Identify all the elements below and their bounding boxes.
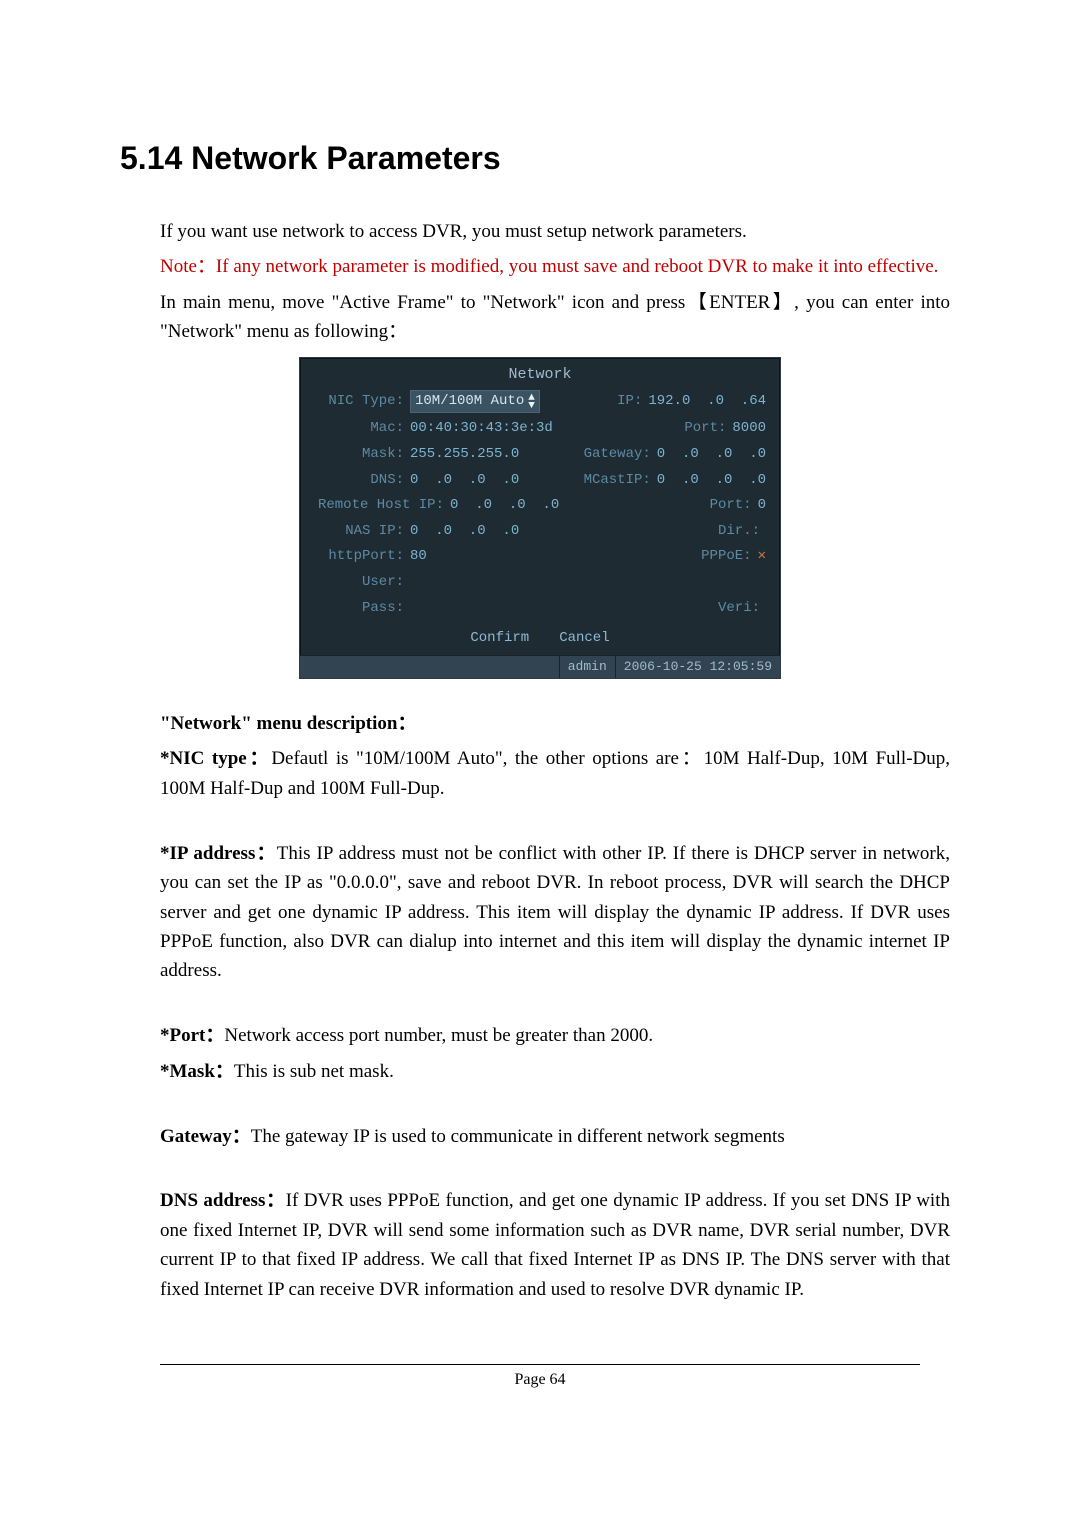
intro-note: Note：If any network parameter is modifie… <box>160 252 950 281</box>
status-bar: admin 2006-10-25 12:05:59 <box>300 655 780 678</box>
gateway-desc-label: Gateway： <box>160 1126 251 1147</box>
remote-port-label: Port: <box>692 496 752 516</box>
dns-label: DNS: <box>314 471 404 491</box>
mask-value[interactable]: 255.255.255.0 <box>410 445 519 465</box>
remote-port-value[interactable]: 0 <box>758 496 766 516</box>
mcast-value[interactable]: 0 .0 .0 .0 <box>657 471 766 491</box>
status-user: admin <box>559 656 615 678</box>
remote-host-label: Remote Host IP: <box>314 496 444 516</box>
gateway-value[interactable]: 0 .0 .0 .0 <box>657 445 766 465</box>
nas-ip-label: NAS IP: <box>314 522 404 542</box>
desc-heading: "Network" menu description： <box>160 713 416 734</box>
port-label: Port: <box>666 419 726 439</box>
remote-host-value[interactable]: 0 .0 .0 .0 <box>450 496 559 516</box>
footer-divider <box>160 1364 920 1365</box>
nic-desc-label: *NIC type： <box>160 748 271 769</box>
dir-label: Dir.: <box>700 522 760 542</box>
nic-type-value: 10M/100M Auto <box>415 392 524 412</box>
pppoe-checkbox[interactable]: ✕ <box>758 547 766 567</box>
intro-p1: If you want use network to access DVR, y… <box>160 217 950 246</box>
dns-desc-label: DNS address： <box>160 1190 286 1211</box>
http-port-label: httpPort: <box>314 547 404 567</box>
intro-p2: In main menu, move "Active Frame" to "Ne… <box>160 288 950 347</box>
section-heading: 5.14 Network Parameters <box>120 140 960 177</box>
ip-value[interactable]: 192.0 .0 .64 <box>648 392 766 412</box>
mask-desc-label: *Mask： <box>160 1061 234 1082</box>
mcast-label: MCastIP: <box>579 471 651 491</box>
pppoe-label: PPPoE: <box>692 547 752 567</box>
page-number: Page 64 <box>120 1371 960 1389</box>
http-port-value[interactable]: 80 <box>410 547 427 567</box>
nic-type-label: NIC Type: <box>314 392 404 412</box>
nic-type-select[interactable]: 10M/100M Auto ▲▼ <box>410 390 540 414</box>
port-desc-label: *Port： <box>160 1025 224 1046</box>
pass-label: Pass: <box>314 599 404 619</box>
veri-label: Veri: <box>700 599 760 619</box>
gateway-desc-text: The gateway IP is used to communicate in… <box>251 1126 785 1147</box>
ip-desc-label: *IP address： <box>160 843 277 864</box>
mac-value: 00:40:30:43:3e:3d <box>410 419 553 439</box>
dvr-menu-title: Network <box>300 358 780 387</box>
cancel-button[interactable]: Cancel <box>559 629 609 649</box>
spinner-icon: ▲▼ <box>528 394 535 410</box>
status-timestamp: 2006-10-25 12:05:59 <box>615 656 780 678</box>
port-desc-text: Network access port number, must be grea… <box>224 1025 653 1046</box>
user-label: User: <box>314 573 404 593</box>
gateway-label: Gateway: <box>579 445 651 465</box>
nic-desc-text: Defautl is "10M/100M Auto", the other op… <box>160 748 950 798</box>
confirm-button[interactable]: Confirm <box>470 629 529 649</box>
nas-ip-value[interactable]: 0 .0 .0 .0 <box>410 522 519 542</box>
ip-label: IP: <box>582 392 642 412</box>
mask-desc-text: This is sub net mask. <box>234 1061 394 1082</box>
mask-label: Mask: <box>314 445 404 465</box>
dvr-network-menu: Network NIC Type: 10M/100M Auto ▲▼ IP: 1… <box>299 357 781 679</box>
dns-value[interactable]: 0 .0 .0 .0 <box>410 471 519 491</box>
port-value[interactable]: 8000 <box>732 419 766 439</box>
ip-desc-text: This IP address must not be conflict wit… <box>160 843 950 982</box>
mac-label: Mac: <box>314 419 404 439</box>
